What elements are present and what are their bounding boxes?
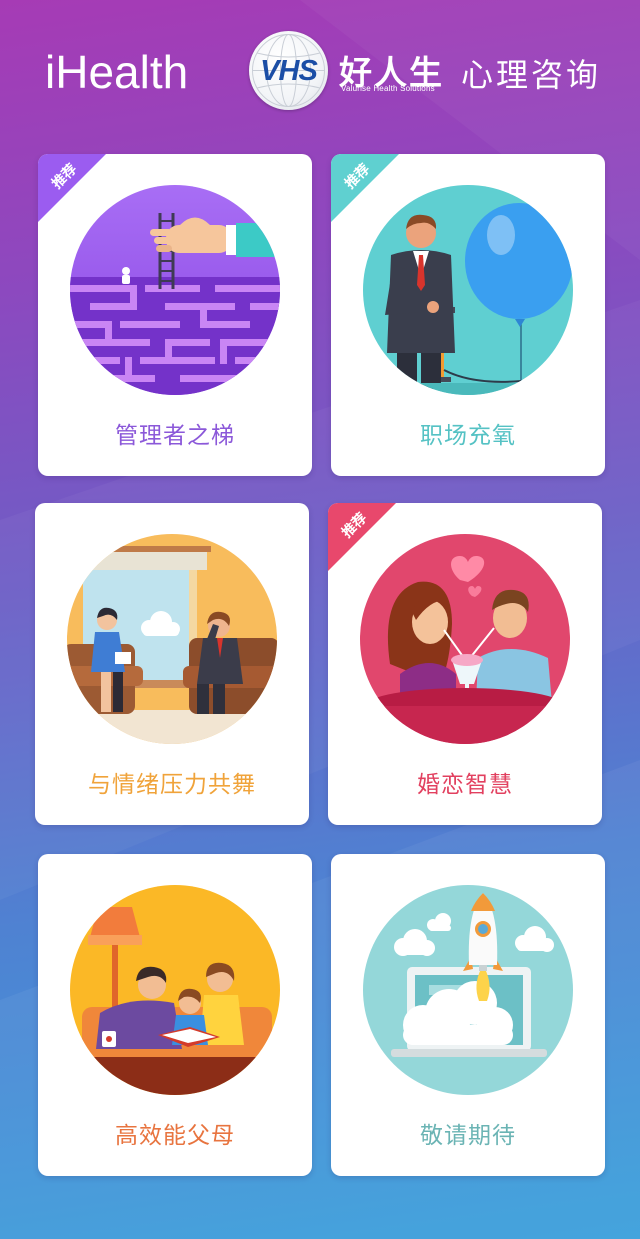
card-manager-ladder[interactable]: 推荐 管理者之梯 (38, 154, 312, 476)
vhs-logo: VHS (249, 31, 328, 110)
logo-tagline: Valurise Health Solutions (341, 84, 435, 93)
counseling-session-illustration (67, 534, 277, 744)
small-person (122, 267, 130, 284)
logo-mark-text: VHS (260, 55, 318, 87)
card-effective-parents[interactable]: 高效能父母 (38, 854, 312, 1176)
card-label: 敬请期待 (420, 1122, 516, 1148)
card-label: 管理者之梯 (115, 422, 235, 448)
card-label: 职场充氧 (420, 422, 516, 448)
couple-date-illustration (360, 534, 570, 744)
card-emotion-stress[interactable]: 与情绪压力共舞 (35, 503, 309, 825)
family-reading-illustration (70, 885, 280, 1095)
cup-icon (102, 1031, 116, 1047)
maze (70, 277, 280, 395)
balloon-pump-illustration (363, 185, 573, 395)
card-label: 婚恋智慧 (417, 771, 513, 797)
table (365, 688, 565, 744)
page-title: 心理咨询 (461, 57, 602, 93)
maze-ladder-illustration (70, 185, 280, 395)
card-label: 高效能父母 (115, 1122, 235, 1148)
app-brand: iHealth (45, 46, 189, 98)
rocket-launch-illustration (363, 885, 573, 1095)
card-workplace-oxygen[interactable]: 推荐 职场充氧 (331, 154, 605, 476)
card-coming-soon[interactable]: 敬请期待 (331, 854, 605, 1176)
card-marriage-wisdom[interactable]: 推荐 婚恋智慧 (328, 503, 602, 825)
card-label: 与情绪压力共舞 (88, 771, 256, 797)
